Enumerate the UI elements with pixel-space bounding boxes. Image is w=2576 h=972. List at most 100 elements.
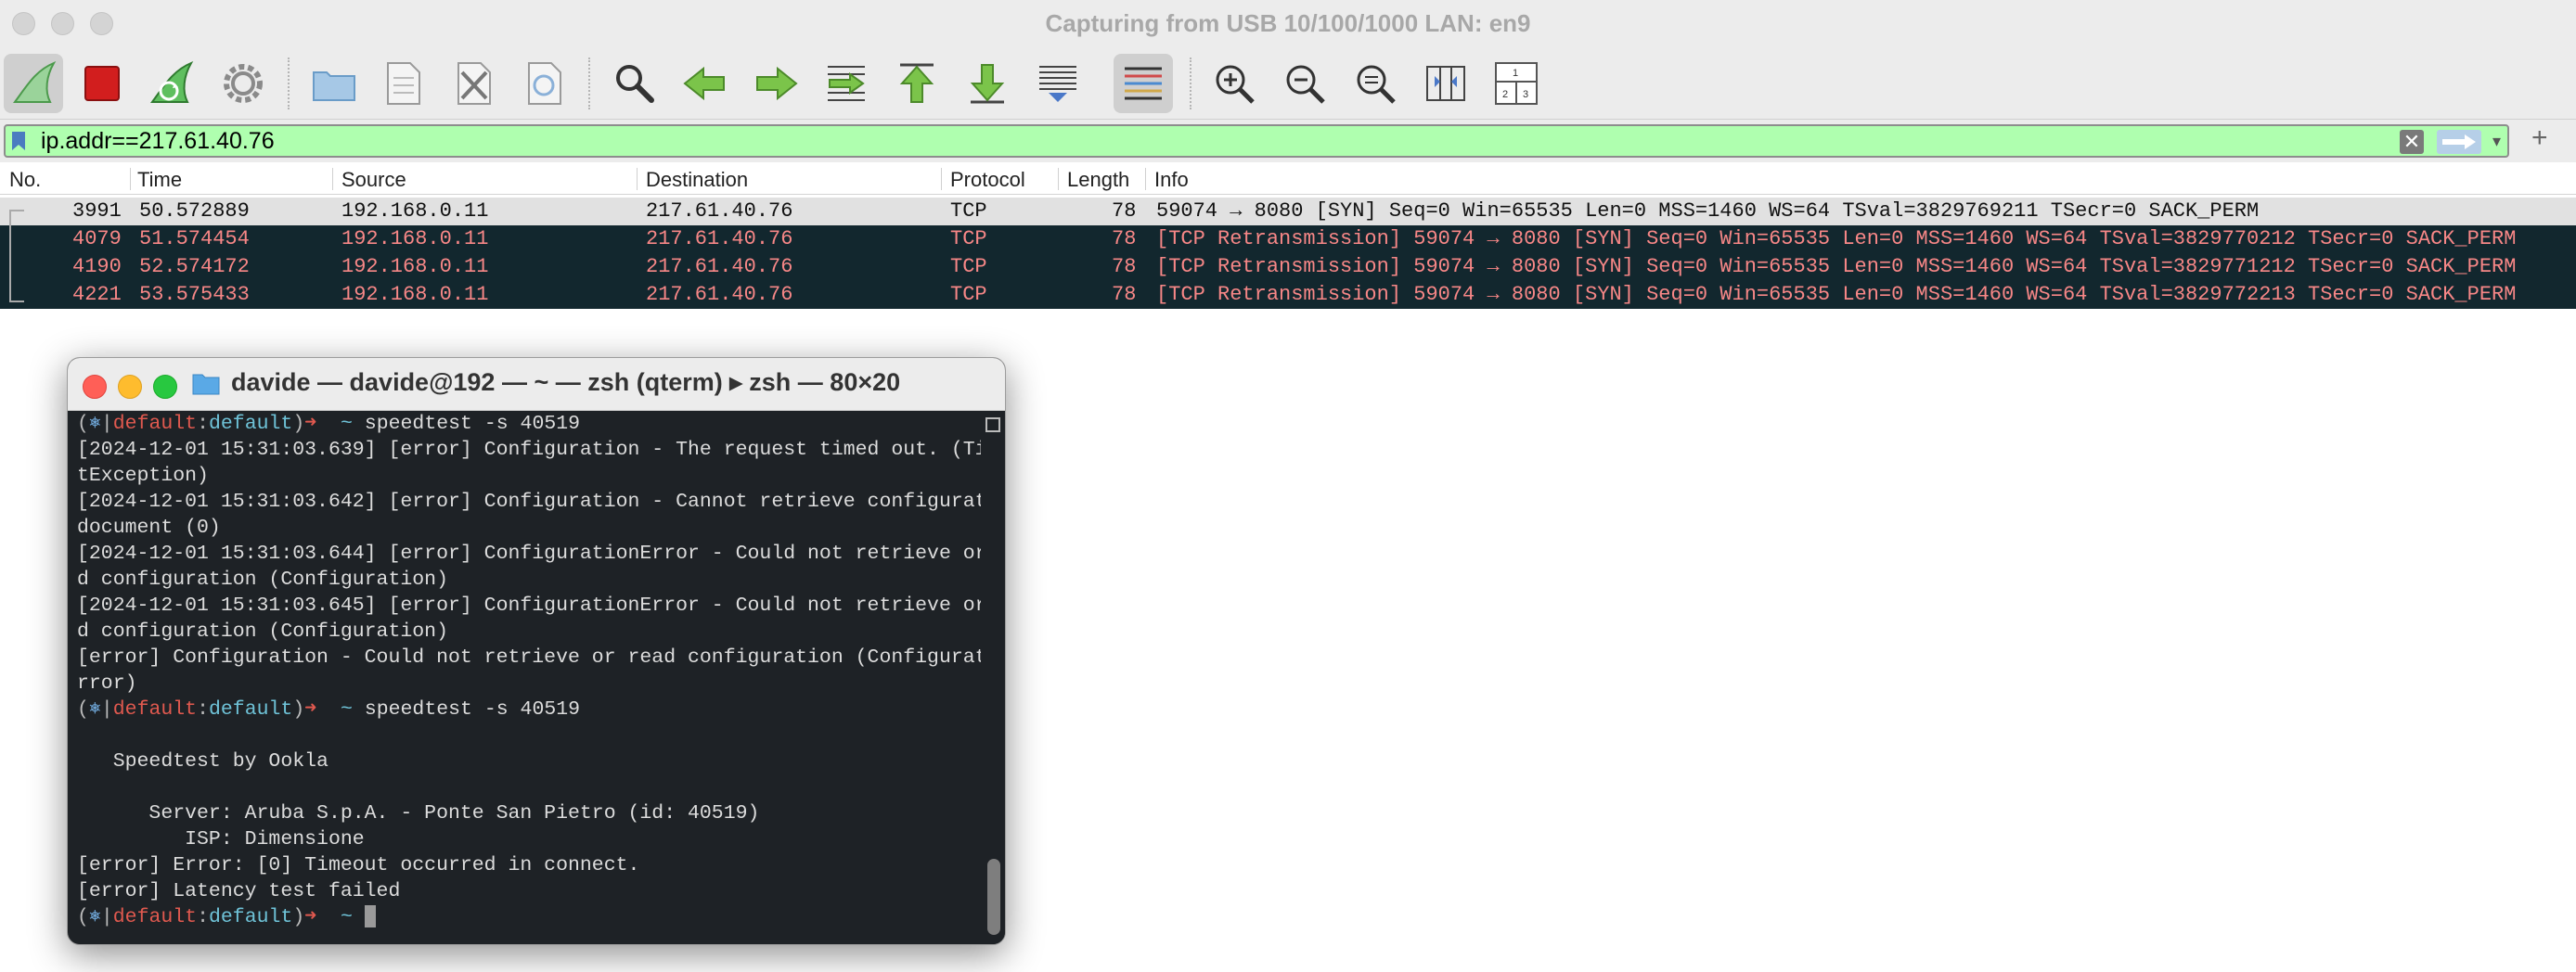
output-line: [error] Latency test failed bbox=[77, 880, 401, 902]
packet-time: 52.574172 bbox=[139, 255, 250, 278]
save-file-button[interactable] bbox=[373, 54, 432, 113]
prompt-cwd: ~ bbox=[341, 906, 353, 928]
column-header-info[interactable]: Info bbox=[1154, 168, 1189, 192]
resize-columns-button[interactable] bbox=[1416, 54, 1475, 113]
filter-history-dropdown[interactable]: ▾ bbox=[2492, 132, 2501, 151]
packet-source: 192.168.0.11 bbox=[341, 199, 489, 223]
prompt-open: ( bbox=[77, 698, 89, 721]
prompt-colon: : bbox=[197, 906, 209, 928]
normal-size-icon bbox=[1357, 65, 1396, 104]
toolbar-separator bbox=[1190, 58, 1192, 109]
packet-no: 4079 bbox=[72, 227, 122, 250]
packet-row[interactable]: 4221 53.575433 192.168.0.11 217.61.40.76… bbox=[0, 281, 2576, 309]
packet-protocol: TCP bbox=[950, 227, 987, 250]
column-divider[interactable] bbox=[1058, 168, 1059, 190]
kube-icon: ⎈ bbox=[88, 413, 101, 435]
open-folder-icon bbox=[313, 71, 355, 101]
packet-source: 192.168.0.11 bbox=[341, 283, 489, 306]
last-packet-button[interactable] bbox=[958, 54, 1017, 113]
auto-scroll-button[interactable] bbox=[1028, 54, 1088, 113]
clear-filter-button[interactable]: ✕ bbox=[2400, 130, 2424, 154]
toolbar-separator bbox=[588, 58, 591, 109]
restart-capture-icon bbox=[150, 61, 194, 103]
packet-source: 192.168.0.11 bbox=[341, 255, 489, 278]
layout-pane-1-label: 1 bbox=[1513, 68, 1518, 79]
output-line: [2024-12-01 15:31:03.639] [error] Config… bbox=[77, 439, 1006, 461]
column-header-source[interactable]: Source bbox=[341, 168, 406, 192]
kube-context: default bbox=[112, 698, 198, 721]
terminal-minimize-button[interactable] bbox=[118, 375, 142, 399]
terminal-menu-icon[interactable] bbox=[985, 417, 1000, 432]
packet-no: 3991 bbox=[72, 199, 122, 223]
first-packet-button[interactable] bbox=[887, 54, 947, 113]
column-header-time[interactable]: Time bbox=[137, 168, 182, 192]
reload-file-button[interactable] bbox=[514, 54, 573, 113]
go-to-packet-button[interactable] bbox=[817, 54, 876, 113]
colorize-button[interactable] bbox=[1114, 54, 1173, 113]
terminal-scroll-thumb[interactable] bbox=[987, 859, 1000, 935]
zoom-out-icon bbox=[1286, 65, 1325, 104]
resize-columns-icon bbox=[1426, 66, 1465, 101]
zoom-out-button[interactable] bbox=[1275, 54, 1334, 113]
apply-filter-button[interactable] bbox=[2437, 130, 2481, 154]
add-filter-button[interactable]: + bbox=[2531, 122, 2548, 154]
column-divider[interactable] bbox=[1145, 168, 1146, 190]
output-line: [2024-12-01 15:31:03.645] [error] Config… bbox=[77, 595, 1006, 617]
packet-row[interactable]: 4079 51.574454 192.168.0.11 217.61.40.76… bbox=[0, 225, 2576, 253]
shark-fin-start-icon bbox=[13, 61, 57, 103]
kube-context: default bbox=[112, 906, 198, 928]
open-file-button[interactable] bbox=[304, 54, 364, 113]
start-capture-button[interactable] bbox=[4, 54, 63, 113]
column-header-no[interactable]: No. bbox=[9, 168, 41, 192]
column-divider[interactable] bbox=[332, 168, 333, 190]
terminal-window[interactable]: davide — davide@192 — ~ — zsh (qterm) ▸ … bbox=[67, 357, 1006, 945]
prompt-colon: : bbox=[197, 413, 209, 435]
prompt-line: (⎈|default:default)➜ ~ bbox=[77, 904, 986, 930]
column-header-destination[interactable]: Destination bbox=[646, 168, 748, 192]
packet-row[interactable]: 4190 52.574172 192.168.0.11 217.61.40.76… bbox=[0, 253, 2576, 281]
display-filter-text[interactable]: ip.addr==217.61.40.76 bbox=[41, 128, 275, 155]
kube-namespace: default bbox=[209, 413, 293, 435]
output-line: document (0) bbox=[77, 517, 221, 539]
packet-no: 4221 bbox=[72, 283, 122, 306]
terminal-zoom-button[interactable] bbox=[153, 375, 177, 399]
terminal-output[interactable]: (⎈|default:default)➜ ~ speedtest -s 4051… bbox=[68, 411, 1006, 944]
stop-capture-button[interactable] bbox=[72, 54, 132, 113]
terminal-titlebar[interactable]: davide — davide@192 — ~ — zsh (qterm) ▸ … bbox=[68, 358, 1005, 411]
output-line: ISP: Dimensione bbox=[77, 828, 365, 850]
column-divider[interactable] bbox=[941, 168, 942, 190]
close-file-button[interactable] bbox=[444, 54, 503, 113]
filter-bookmark-icon[interactable] bbox=[11, 131, 26, 151]
zoom-in-icon bbox=[1216, 65, 1255, 104]
capture-options-gear-icon bbox=[224, 64, 263, 103]
go-back-button[interactable] bbox=[676, 54, 735, 113]
column-header-length[interactable]: Length bbox=[1067, 168, 1129, 192]
last-packet-icon bbox=[970, 64, 1005, 104]
restart-capture-button[interactable] bbox=[141, 54, 200, 113]
display-filter-input[interactable]: ip.addr==217.61.40.76 ✕ ▾ bbox=[4, 124, 2509, 158]
packet-list-header: No. Time Source Destination Protocol Len… bbox=[0, 164, 2576, 195]
output-line: d configuration (Configuration) bbox=[77, 620, 448, 643]
column-divider[interactable] bbox=[130, 168, 131, 190]
go-forward-button[interactable] bbox=[746, 54, 805, 113]
kube-namespace: default bbox=[209, 698, 293, 721]
zoom-in-button[interactable] bbox=[1204, 54, 1264, 113]
column-divider[interactable] bbox=[637, 168, 638, 190]
prompt-line: (⎈|default:default)➜ ~ speedtest -s 4051… bbox=[77, 411, 986, 437]
packet-length: 78 bbox=[1112, 255, 1137, 278]
packet-info: [TCP Retransmission] 59074 → 8080 [SYN] … bbox=[1156, 255, 2517, 278]
output-line: rror) bbox=[77, 672, 137, 695]
layout-button[interactable]: 1 2 3 bbox=[1487, 54, 1546, 113]
capture-options-button[interactable] bbox=[213, 54, 273, 113]
packet-row[interactable]: 3991 50.572889 192.168.0.11 217.61.40.76… bbox=[0, 198, 2576, 225]
output-line: tException) bbox=[77, 465, 209, 487]
terminal-close-button[interactable] bbox=[83, 375, 107, 399]
output-line: Speedtest by Ookla bbox=[77, 750, 328, 773]
output-line: Server: Aruba S.p.A. - Ponte San Pietro … bbox=[77, 802, 760, 825]
column-header-protocol[interactable]: Protocol bbox=[950, 168, 1025, 192]
packet-time: 51.574454 bbox=[139, 227, 250, 250]
normal-size-button[interactable] bbox=[1346, 54, 1405, 113]
folder-icon bbox=[192, 374, 220, 395]
find-packet-button[interactable] bbox=[605, 54, 664, 113]
